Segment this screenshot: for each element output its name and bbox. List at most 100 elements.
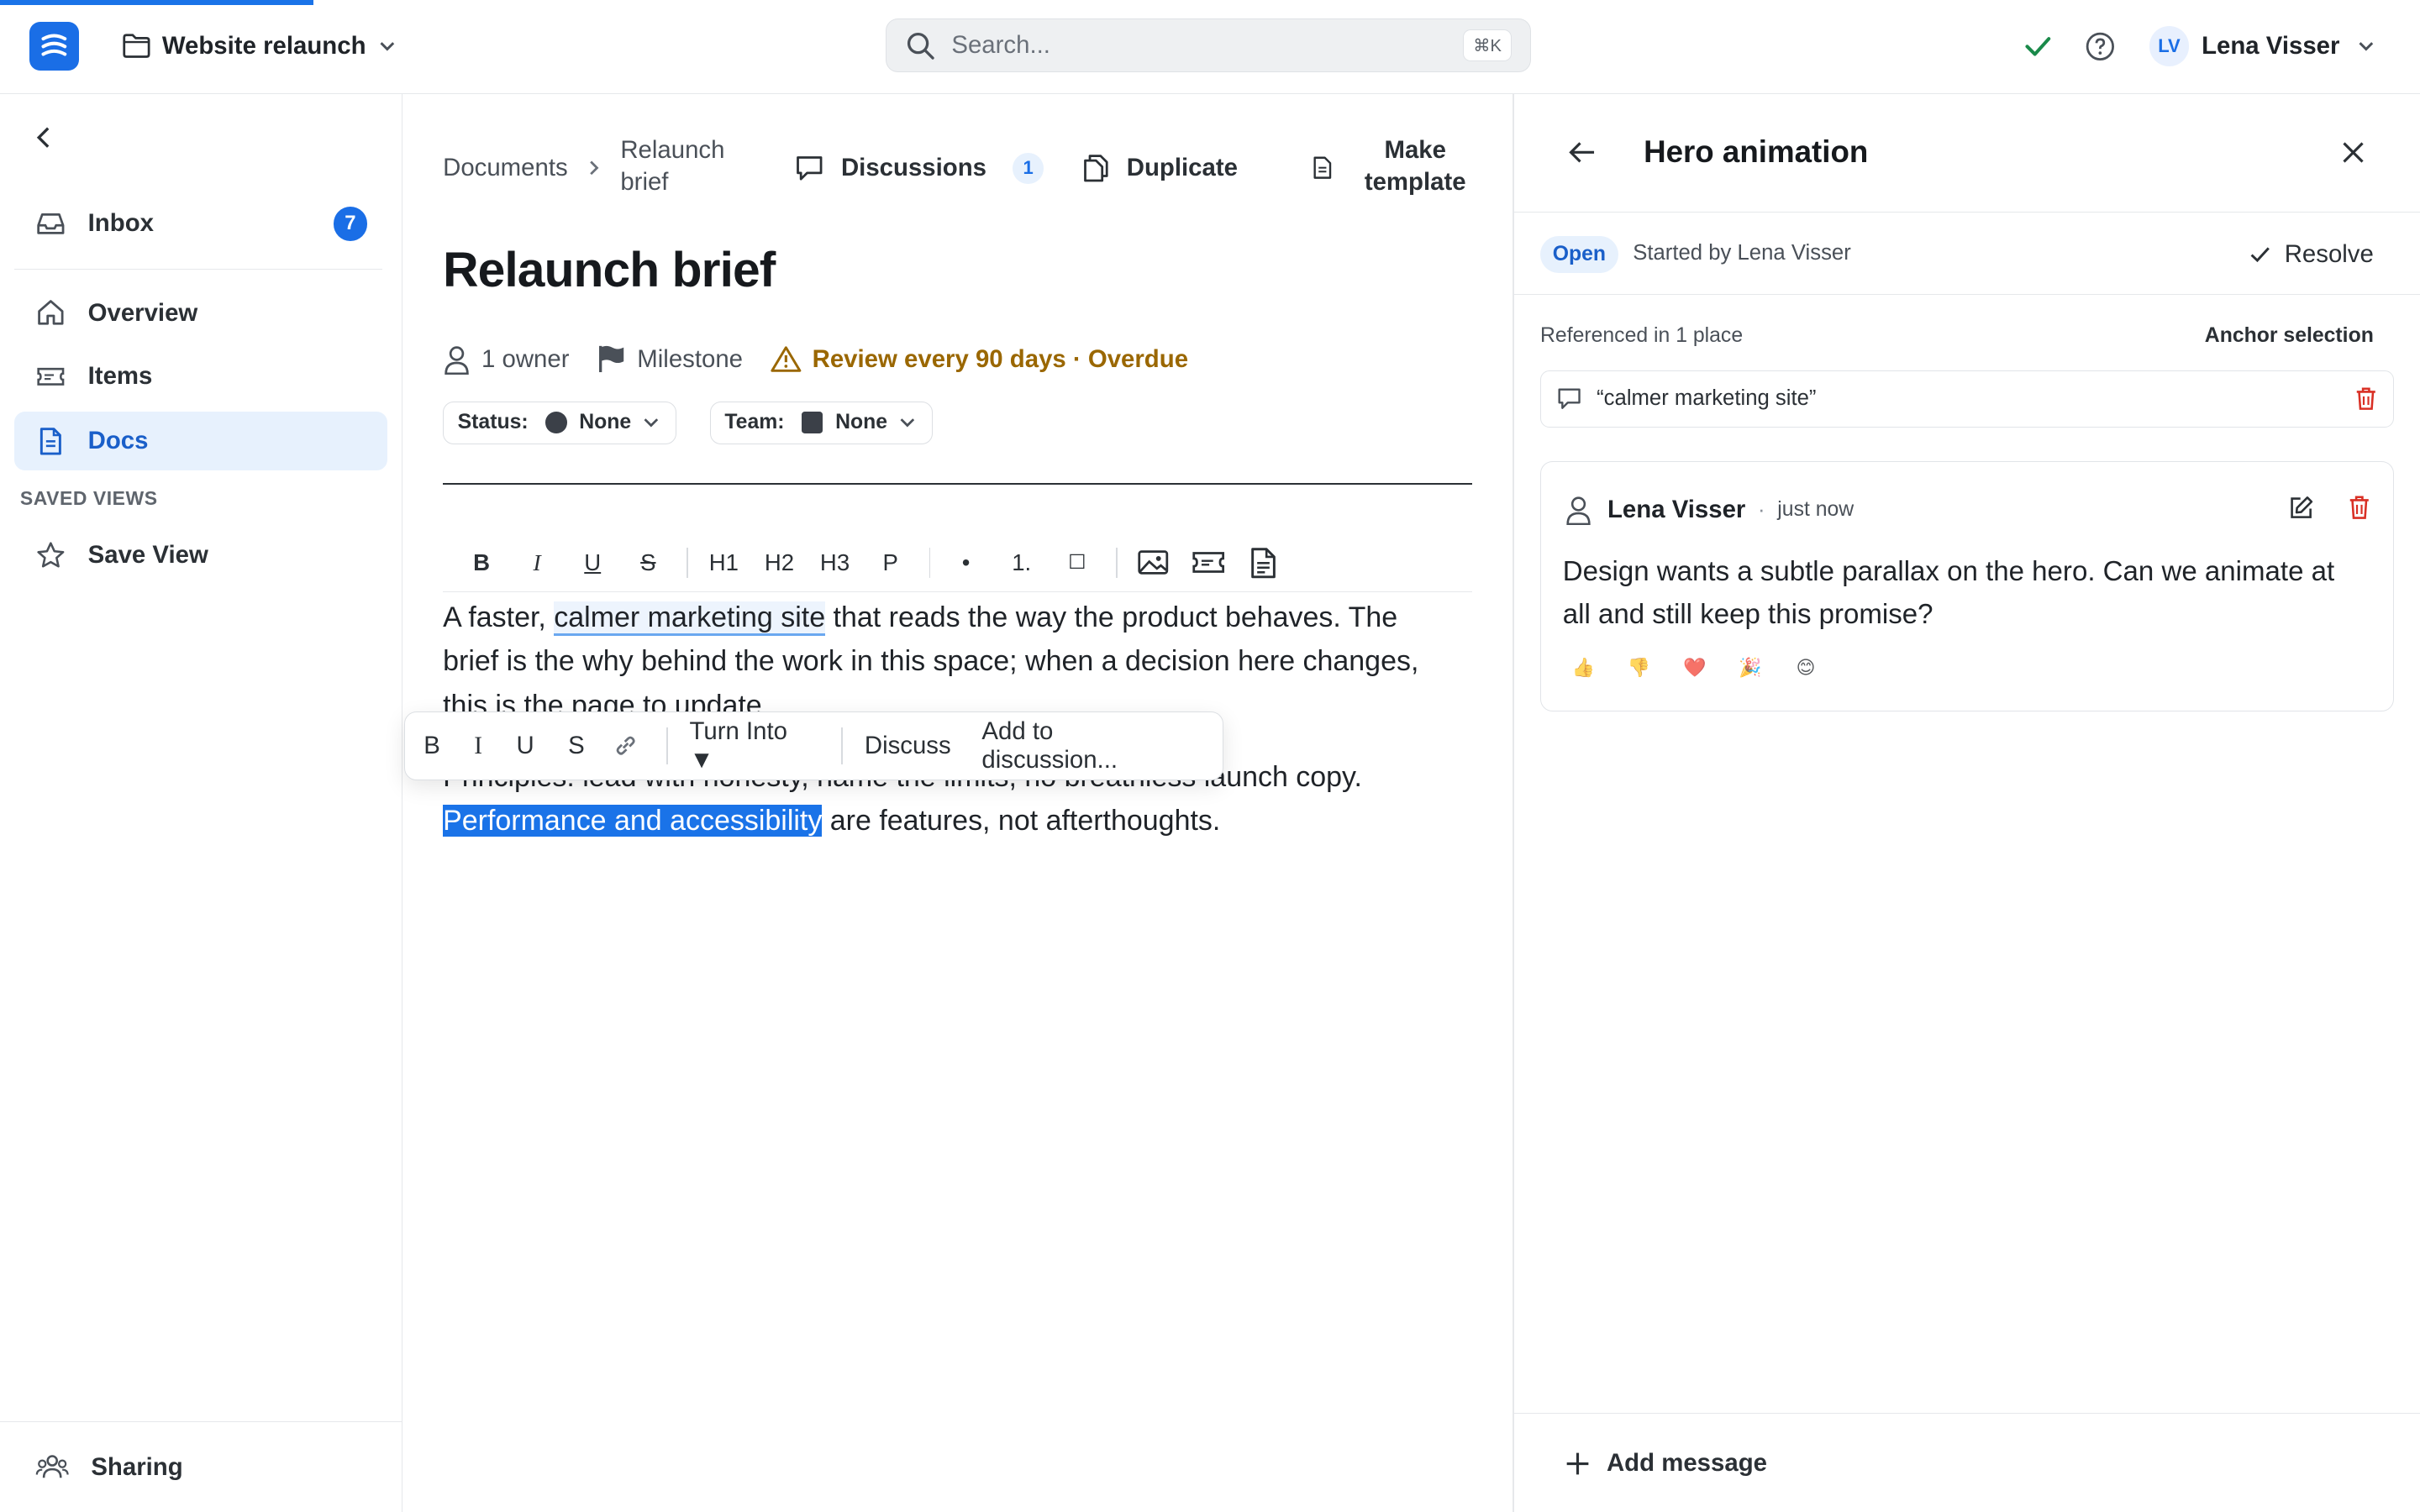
sidebar-item-label: Docs (87, 427, 149, 455)
reference-item[interactable]: “calmer marketing site” (1540, 370, 2394, 428)
ordered-list-button[interactable]: 1. (1002, 541, 1042, 584)
trash-icon[interactable] (2348, 495, 2371, 521)
sharing-button[interactable]: Sharing (14, 1438, 387, 1497)
panel-footer: Add message (1513, 1413, 2420, 1512)
referenced-count: Referenced in 1 place (1540, 323, 1744, 347)
separator-dot: · (1758, 497, 1765, 522)
review-label: Review every 90 days · Overdue (812, 344, 1189, 373)
ticket-icon (37, 367, 65, 386)
inbox-count-badge: 7 (333, 207, 368, 241)
logo-icon (41, 34, 67, 56)
resolve-button[interactable]: Resolve (2248, 234, 2374, 275)
sidebar-item-docs[interactable]: Docs (13, 412, 387, 471)
resolve-label: Resolve (2284, 240, 2374, 269)
strikethrough-button[interactable]: S (568, 732, 585, 760)
editor-toolbar: B I U S H1 H2 H3 P • 1. ☐ (443, 533, 1473, 593)
bold-button[interactable]: B (424, 732, 440, 760)
selected-text[interactable]: Performance and accessibility (443, 805, 823, 837)
discussions-label: Discussions (840, 154, 987, 182)
review-reminder[interactable]: Review every 90 days · Overdue (771, 345, 1188, 374)
app-logo[interactable] (29, 21, 79, 71)
anchor-selection-button[interactable]: Anchor selection (2205, 324, 2374, 348)
smile-reaction[interactable]: 😊 (1794, 657, 1818, 679)
toolbar-separator (666, 727, 668, 765)
party-reaction[interactable]: 🎉 (1739, 657, 1762, 679)
top-bar: Website relaunch Search... ⌘K LV Lena Vi… (0, 0, 2420, 95)
thumbs-up-reaction[interactable]: 👍 (1572, 657, 1596, 679)
sidebar-item-overview[interactable]: Overview (14, 284, 387, 343)
help-icon[interactable] (2085, 31, 2116, 62)
save-view-button[interactable]: Save View (14, 526, 387, 585)
duplicate-button[interactable]: Duplicate (1081, 150, 1238, 186)
discussion-status-row: Open Started by Lena Visser Resolve (1513, 213, 2420, 295)
reaction-bar: 👍 👎 ❤️ 🎉 😊 (1572, 657, 1818, 679)
insert-document-button[interactable] (1244, 541, 1284, 584)
bullet-list-button[interactable]: • (946, 541, 986, 584)
discussion-anchor-link[interactable]: calmer marketing site (554, 601, 826, 636)
status-dot-icon (544, 412, 567, 434)
team-key: Team: (724, 411, 785, 434)
comment-actions (2288, 495, 2371, 521)
edit-icon[interactable] (2288, 495, 2314, 521)
strikethrough-button[interactable]: S (628, 541, 668, 584)
discuss-button[interactable]: Discuss (865, 732, 951, 760)
back-arrow-icon[interactable] (1566, 137, 1597, 168)
template-icon[interactable] (1312, 155, 1334, 180)
toolbar-separator (687, 547, 689, 579)
page-title[interactable]: Relaunch brief (443, 242, 776, 298)
sync-check-icon (2025, 36, 2051, 56)
chevron-down-icon (900, 418, 915, 428)
thumbs-down-reaction[interactable]: 👎 (1628, 657, 1651, 679)
breadcrumb-documents[interactable]: Documents (443, 154, 568, 182)
toolbar-separator (929, 547, 931, 579)
milestone-field[interactable]: Milestone (597, 344, 743, 374)
insert-item-button[interactable] (1188, 541, 1228, 584)
heading2-button[interactable]: H2 (760, 541, 800, 584)
insert-image-button[interactable] (1133, 541, 1173, 584)
chevron-down-icon[interactable] (2355, 35, 2377, 57)
paragraph[interactable]: A faster, calmer marketing site that rea… (443, 596, 1446, 727)
link-button[interactable] (613, 732, 639, 759)
paragraph-button[interactable]: P (871, 541, 911, 584)
project-switcher[interactable]: Website relaunch (122, 24, 398, 67)
make-template-button[interactable]: Make template (1354, 134, 1477, 199)
folder-icon (123, 34, 150, 59)
user-name[interactable]: Lena Visser (2202, 32, 2339, 60)
owners-field[interactable]: 1 owner (443, 344, 570, 375)
italic-button[interactable]: I (517, 541, 557, 584)
chevron-down-icon (380, 42, 395, 51)
turn-into-dropdown[interactable]: Turn Into ▼ (690, 717, 818, 774)
comment-icon (1558, 388, 1581, 409)
add-message-button[interactable]: Add message (1564, 1445, 1767, 1482)
search-bar[interactable]: Search... ⌘K (886, 18, 1531, 73)
team-select[interactable]: Team: None (709, 401, 934, 444)
discussions-count: 1 (1013, 152, 1044, 184)
checklist-button[interactable]: ☐ (1057, 541, 1097, 584)
status-select[interactable]: Status: None (443, 401, 677, 444)
underline-button[interactable]: U (572, 541, 613, 584)
project-name: Website relaunch (161, 32, 366, 60)
loading-progress-bar (0, 0, 313, 5)
discussions-button[interactable]: Discussions 1 (793, 150, 1044, 186)
sidebar-item-label: Inbox (87, 209, 154, 238)
top-right-controls: LV Lena Visser (2023, 24, 2376, 67)
bold-button[interactable]: B (461, 541, 502, 584)
person-icon (1565, 496, 1591, 525)
heading3-button[interactable]: H3 (815, 541, 855, 584)
comment-icon (797, 155, 823, 181)
add-to-discussion-button[interactable]: Add to discussion... (981, 717, 1195, 774)
discussion-panel: Hero animation Open Started by Lena Viss… (1513, 94, 2420, 1512)
heading1-button[interactable]: H1 (703, 541, 744, 584)
breadcrumb: Documents (443, 134, 605, 202)
collapse-sidebar-icon[interactable] (31, 125, 55, 150)
close-icon[interactable] (2339, 139, 2367, 166)
search-placeholder: Search... (951, 31, 1050, 60)
italic-button[interactable]: I (474, 732, 482, 760)
sidebar-item-items[interactable]: Items (14, 347, 387, 406)
status-key: Status: (457, 411, 529, 434)
user-avatar[interactable]: LV (2149, 26, 2190, 66)
trash-icon[interactable] (2354, 386, 2378, 411)
sidebar-item-inbox[interactable]: Inbox 7 (14, 194, 387, 253)
underline-button[interactable]: U (516, 732, 534, 760)
heart-reaction[interactable]: ❤️ (1683, 657, 1707, 679)
